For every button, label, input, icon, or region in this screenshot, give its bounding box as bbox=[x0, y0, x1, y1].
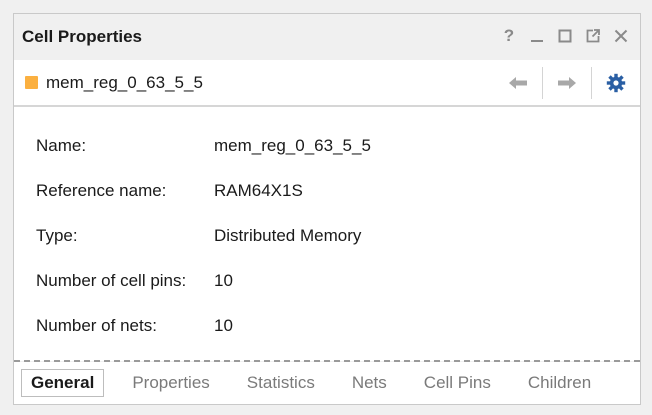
selected-object-name: mem_reg_0_63_5_5 bbox=[46, 72, 203, 92]
tab-cell-pins[interactable]: Cell Pins bbox=[415, 369, 500, 397]
minimize-icon bbox=[531, 40, 543, 42]
arrow-right-icon bbox=[558, 76, 576, 89]
property-label: Name: bbox=[36, 136, 87, 155]
properties-content: Name: mem_reg_0_63_5_5 Reference name: R… bbox=[14, 107, 640, 361]
property-row-reference-name: Reference name: RAM64X1S bbox=[36, 181, 303, 203]
gear-icon bbox=[606, 73, 626, 92]
property-value: RAM64X1S bbox=[214, 181, 303, 200]
tab-children[interactable]: Children bbox=[519, 369, 600, 397]
properties-toolbar: mem_reg_0_63_5_5 bbox=[14, 60, 640, 107]
float-button[interactable] bbox=[584, 26, 602, 46]
property-row-cell-pins: Number of cell pins: 10 bbox=[36, 271, 233, 293]
property-value: Distributed Memory bbox=[214, 226, 362, 245]
property-label: Reference name: bbox=[36, 181, 167, 200]
forward-button[interactable] bbox=[543, 60, 591, 105]
close-button[interactable] bbox=[612, 26, 630, 46]
help-icon: ? bbox=[503, 26, 515, 45]
close-icon bbox=[614, 29, 628, 43]
property-label: Number of cell pins: bbox=[36, 271, 187, 290]
tab-general[interactable]: General bbox=[21, 369, 105, 397]
property-tabs: General Properties Statistics Nets Cell … bbox=[14, 362, 640, 404]
window-controls: ? bbox=[500, 26, 630, 46]
panel-title-bar: Cell Properties ? bbox=[14, 14, 640, 60]
property-label: Type: bbox=[36, 226, 78, 245]
panel-title: Cell Properties bbox=[22, 27, 142, 46]
property-row-nets: Number of nets: 10 bbox=[36, 316, 233, 338]
property-label: Number of nets: bbox=[36, 316, 157, 335]
tab-nets[interactable]: Nets bbox=[343, 369, 396, 397]
property-row-type: Type: Distributed Memory bbox=[36, 226, 361, 248]
help-button[interactable]: ? bbox=[500, 26, 518, 46]
arrow-left-icon bbox=[509, 76, 527, 89]
toolbar-actions bbox=[494, 60, 640, 105]
float-window-icon bbox=[586, 29, 600, 43]
cell-color-swatch bbox=[25, 76, 38, 89]
maximize-icon bbox=[558, 29, 572, 43]
property-value: mem_reg_0_63_5_5 bbox=[214, 136, 371, 155]
cell-properties-panel: Cell Properties ? mem_reg_0_63_5_5 Name:… bbox=[13, 13, 641, 405]
property-value: 10 bbox=[214, 271, 233, 290]
minimize-button[interactable] bbox=[528, 26, 546, 46]
back-button[interactable] bbox=[494, 60, 542, 105]
property-value: 10 bbox=[214, 316, 233, 335]
settings-button[interactable] bbox=[592, 60, 640, 105]
maximize-button[interactable] bbox=[556, 26, 574, 46]
tab-statistics[interactable]: Statistics bbox=[238, 369, 324, 397]
tab-properties[interactable]: Properties bbox=[123, 369, 218, 397]
property-row-name: Name: mem_reg_0_63_5_5 bbox=[36, 136, 371, 158]
